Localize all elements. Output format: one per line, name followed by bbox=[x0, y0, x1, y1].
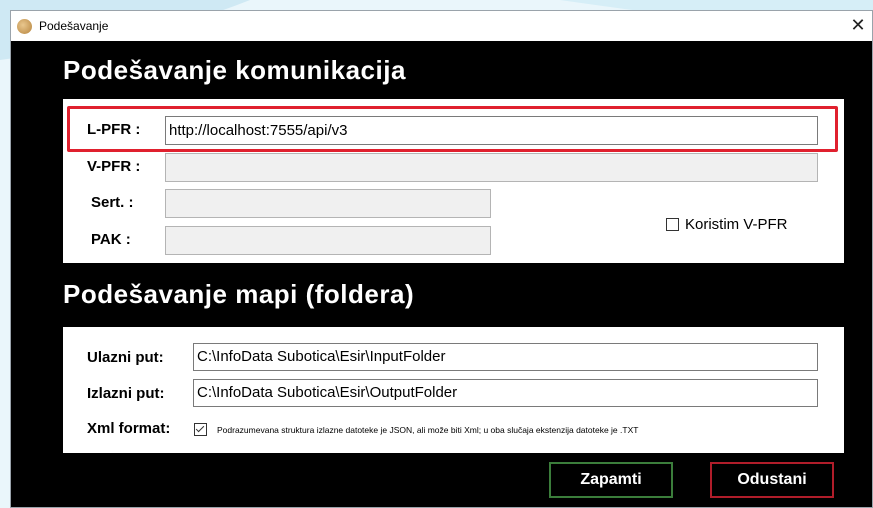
lpfr-input[interactable]: http://localhost:7555/api/v3 bbox=[165, 116, 818, 145]
pak-input[interactable] bbox=[165, 226, 491, 255]
communication-section-title: Podešavanje komunikacija bbox=[63, 55, 406, 85]
input-path-field[interactable]: C:\InfoData Subotica\Esir\InputFolder bbox=[193, 343, 818, 371]
xml-format-note: Podrazumevana struktura izlazne datoteke… bbox=[217, 424, 639, 435]
vpfr-input[interactable] bbox=[165, 153, 818, 182]
app-icon bbox=[17, 18, 32, 34]
output-path-label: Izlazni put: bbox=[87, 385, 165, 402]
save-button[interactable]: Zapamti bbox=[549, 462, 673, 498]
use-vpfr-checkbox-box[interactable] bbox=[666, 218, 679, 231]
sert-input[interactable] bbox=[165, 189, 491, 218]
cancel-button[interactable]: Odustani bbox=[710, 462, 834, 498]
use-vpfr-label: Koristim V-PFR bbox=[685, 216, 788, 233]
folders-section-title: Podešavanje mapi (foldera) bbox=[63, 279, 415, 309]
sert-label: Sert. : bbox=[91, 194, 134, 211]
xml-format-checkbox-box[interactable] bbox=[194, 423, 207, 436]
input-path-label: Ulazni put: bbox=[87, 349, 164, 366]
output-path-field[interactable]: C:\InfoData Subotica\Esir\OutputFolder bbox=[193, 379, 818, 407]
lpfr-label: L-PFR : bbox=[87, 121, 141, 138]
use-vpfr-checkbox[interactable]: Koristim V-PFR bbox=[666, 216, 788, 233]
close-icon[interactable]: ✕ bbox=[848, 15, 868, 35]
xml-format-label: Xml format: bbox=[87, 420, 171, 437]
pak-label: PAK : bbox=[91, 231, 131, 248]
title-bar: Podešavanje ✕ bbox=[11, 11, 872, 41]
vpfr-label: V-PFR : bbox=[87, 158, 141, 175]
settings-dialog: Podešavanje ✕ Podešavanje komunikacija L… bbox=[10, 10, 873, 508]
xml-format-checkbox[interactable]: Podrazumevana struktura izlazne datoteke… bbox=[194, 423, 638, 436]
window-title: Podešavanje bbox=[39, 19, 109, 33]
